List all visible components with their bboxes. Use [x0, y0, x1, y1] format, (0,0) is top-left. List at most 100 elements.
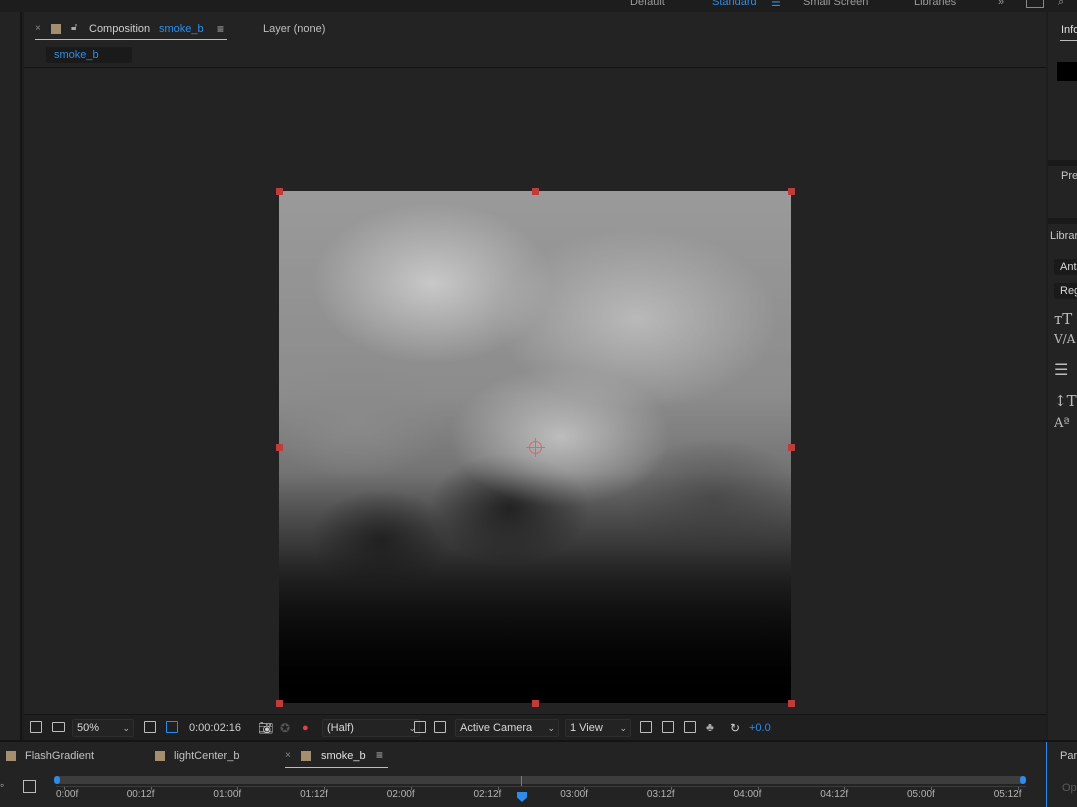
workspace-default[interactable]: Default — [630, 0, 665, 8]
resolution-value: (Half) — [327, 722, 354, 734]
view-layout-select[interactable]: 1 View ⌄ — [565, 719, 631, 737]
work-area-bar[interactable] — [54, 776, 1026, 784]
work-area-start-handle[interactable] — [54, 776, 60, 784]
exposure-value[interactable]: +0.0 — [749, 720, 771, 736]
current-time[interactable]: 0:00:02:16 — [189, 720, 241, 736]
close-tab-icon[interactable]: × — [35, 23, 41, 34]
leading-icon[interactable]: ↕T — [1054, 392, 1077, 410]
composition-panel: × 🔓︎ Composition smoke_b ≡ Layer (none) … — [24, 12, 1046, 741]
workspace-bar: Default Standard ☰ Small Screen Librarie… — [0, 0, 1077, 12]
timeline-tab-smoke[interactable]: smoke_b — [321, 750, 366, 762]
region-of-interest-icon[interactable] — [414, 721, 426, 733]
transform-handle-top[interactable] — [532, 188, 539, 195]
paragraph-panel-label[interactable]: Paragraph — [1060, 750, 1077, 762]
info-panel-label[interactable]: Info — [1061, 24, 1077, 36]
timeline-panel: FlashGradient lightCenter_b × smoke_b ≡ … — [0, 740, 1077, 807]
paragraph-panel: Paragraph Op — [1046, 742, 1077, 807]
resolution-select[interactable]: (Half) ⌄ — [322, 719, 420, 737]
transform-handle-bottom-right[interactable] — [788, 700, 795, 707]
lock-icon[interactable]: 🔓︎ — [71, 22, 77, 33]
show-snapshot-icon[interactable]: ✪ — [280, 720, 290, 736]
toggle-pixel-aspect-icon[interactable] — [640, 721, 652, 733]
comp-color-swatch-icon — [51, 24, 61, 34]
ruler-label: 05:12f — [993, 789, 1022, 800]
comp-color-swatch-icon — [155, 751, 165, 761]
channel-icon[interactable]: ● — [302, 720, 309, 736]
preview-panel-label[interactable]: Preview — [1061, 170, 1077, 182]
ruler-label: 01:00f — [213, 789, 242, 800]
comp-color-swatch-icon — [301, 751, 311, 761]
viewer-toolbar: 50% ⌄ 0:00:02:16 📷︎ ✪ ● (Half) ⌄ Active Ca… — [24, 714, 1046, 741]
font-family-field[interactable]: Antic — [1054, 259, 1077, 275]
zoom-value: 50% — [77, 722, 100, 734]
layer-tab[interactable]: Layer (none) — [263, 23, 325, 35]
workspace-libraries[interactable]: Libraries — [914, 0, 956, 8]
workspace-menu-icon[interactable]: ☰ — [771, 0, 781, 9]
active-tab-underline — [285, 767, 388, 768]
transform-handle-bottom-left[interactable] — [276, 700, 283, 707]
font-size-icon[interactable]: ᴛT — [1054, 310, 1072, 328]
safe-zones-icon[interactable] — [144, 721, 156, 733]
panel-divider — [1048, 160, 1077, 166]
more-workspaces-icon[interactable]: » — [998, 0, 1004, 8]
ruler-label: 05:00f — [907, 789, 935, 800]
reset-exposure-icon[interactable]: ↻ — [730, 720, 740, 736]
ruler-label: 03:00f — [560, 789, 588, 800]
transform-handle-right[interactable] — [788, 444, 795, 451]
always-preview-icon[interactable] — [30, 721, 42, 733]
composition-viewer[interactable] — [24, 68, 1046, 714]
tab-menu-icon[interactable]: ≡ — [376, 748, 383, 762]
left-panel-strip — [0, 12, 22, 740]
kerning-icon[interactable]: V/A — [1054, 332, 1075, 346]
transform-handle-top-right[interactable] — [788, 188, 795, 195]
transform-handle-bottom[interactable] — [532, 700, 539, 707]
search-icon[interactable]: ⌕ — [1058, 0, 1064, 9]
close-tab-icon[interactable]: × — [285, 750, 291, 761]
ruler-label: 03:12f — [646, 789, 675, 800]
tab-menu-icon[interactable]: ≡ — [217, 22, 224, 36]
workspace-standard[interactable]: Standard — [712, 0, 757, 8]
comp-mini-flowchart-icon[interactable] — [23, 780, 36, 793]
snapshot-icon[interactable]: 📷︎ — [258, 720, 273, 736]
camera-icon[interactable] — [1026, 0, 1044, 8]
right-panel: Info Preview Libraries Antic Regular ᴛT … — [1048, 12, 1077, 740]
timeline-tab-lightcenter[interactable]: lightCenter_b — [174, 750, 239, 762]
panel-divider — [20, 12, 22, 740]
current-time-indicator-line — [521, 776, 522, 786]
info-tab-underline — [1060, 40, 1077, 41]
transform-handle-top-left[interactable] — [276, 188, 283, 195]
work-area-end-handle[interactable] — [1020, 776, 1026, 784]
timeline-tab-flashgradient[interactable]: FlashGradient — [25, 750, 94, 762]
comp-color-swatch-icon — [6, 751, 16, 761]
libraries-panel-label[interactable]: Libraries — [1050, 230, 1077, 242]
transparency-grid-icon[interactable] — [166, 721, 178, 733]
align-icon[interactable]: ☰ — [1054, 360, 1068, 379]
chevron-down-icon: ⌄ — [619, 723, 627, 733]
fast-previews-icon[interactable] — [662, 721, 674, 733]
ruler-label: 04:00f — [733, 789, 762, 800]
toggle-transparency-icon[interactable] — [434, 721, 446, 733]
monitor-icon[interactable] — [52, 722, 65, 732]
font-style-field[interactable]: Regular — [1054, 283, 1077, 299]
camera-value: Active Camera — [460, 722, 533, 734]
ruler-label: 02:12f — [473, 789, 502, 800]
panel-divider — [1048, 218, 1077, 224]
workspace-small-screen[interactable]: Small Screen — [803, 0, 868, 8]
anchor-point-icon[interactable] — [526, 438, 545, 457]
chevron-down-icon: ⌄ — [122, 723, 130, 733]
baseline-shift-icon[interactable]: Aª — [1054, 416, 1070, 431]
timeline-icon[interactable] — [684, 721, 696, 733]
ruler-label: 02:00f — [386, 789, 415, 800]
camera-select[interactable]: Active Camera ⌄ — [455, 719, 559, 737]
zoom-select[interactable]: 50% ⌄ — [72, 719, 134, 737]
comp-breadcrumb[interactable]: smoke_b — [46, 47, 132, 63]
active-tab-underline — [35, 39, 227, 40]
time-ruler[interactable]: 0:00f 00:12f 01:00f 01:12f 02:00f 02:12f 03:00… — [56, 786, 1026, 805]
flowchart-icon[interactable]: ♣ — [706, 721, 718, 733]
composition-tab-name[interactable]: smoke_b — [159, 23, 204, 35]
ruler-label: 04:12f — [820, 789, 849, 800]
transform-handle-left[interactable] — [276, 444, 283, 451]
search-icon[interactable]: ◦ — [0, 778, 4, 792]
paragraph-sub-label: Op — [1062, 782, 1077, 794]
composition-tab-label[interactable]: Composition — [89, 23, 150, 35]
